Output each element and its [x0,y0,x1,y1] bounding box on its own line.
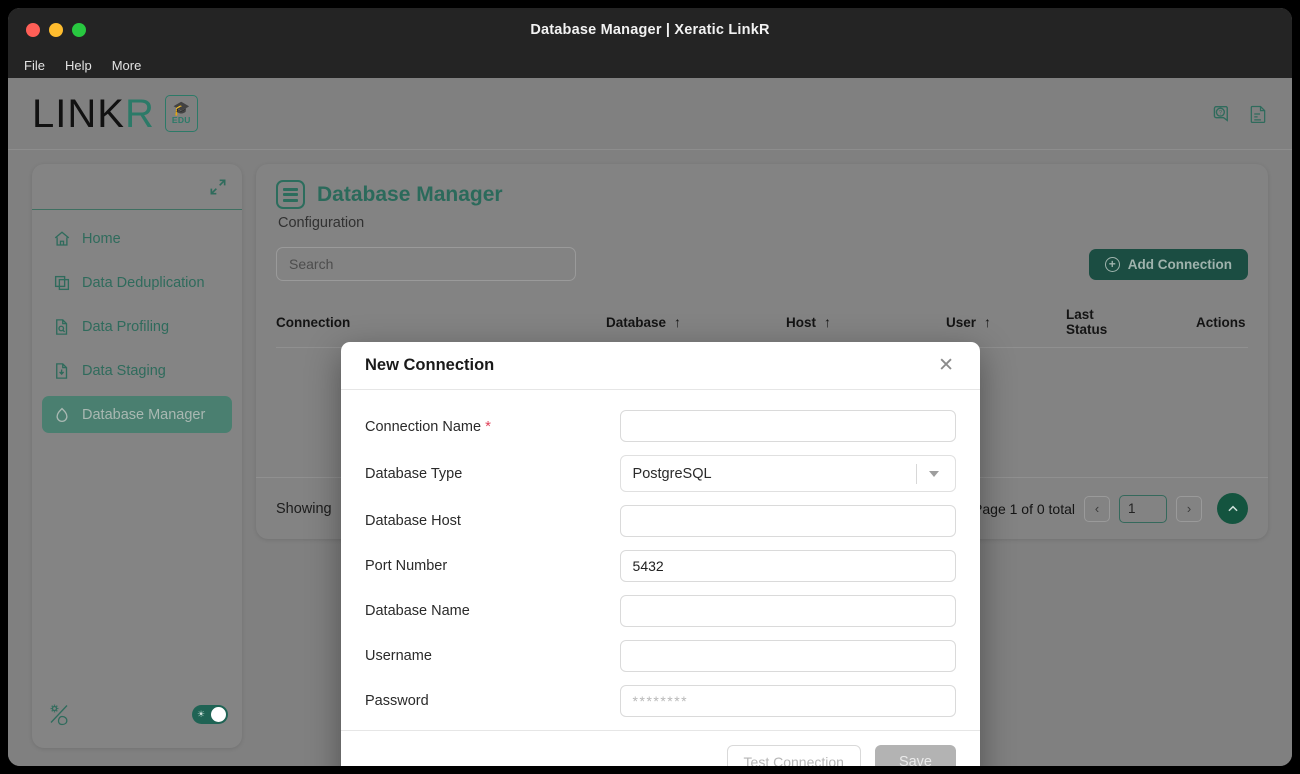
select-divider [916,464,917,484]
field-row-password: Password ******** [365,685,956,717]
label-connection-name: Connection Name * [365,418,620,435]
label-text-connection-name: Connection Name [365,419,481,435]
graduation-cap-icon: 🎓 [173,103,190,114]
dialog-title: New Connection [365,356,494,375]
input-password[interactable]: ******** [620,685,956,717]
required-marker: * [485,418,491,435]
label-username: Username [365,648,620,664]
document-icon[interactable] [1248,103,1268,125]
label-database-host: Database Host [365,513,620,529]
input-database-name[interactable] [620,595,956,627]
menu-bar: File Help More [8,52,1292,78]
label-port-number: Port Number [365,558,620,574]
input-username[interactable] [620,640,956,672]
input-database-host[interactable] [620,505,956,537]
input-connection-name[interactable] [620,410,956,442]
menu-file[interactable]: File [16,56,53,75]
input-port-number[interactable]: 5432 [620,550,956,582]
dialog-body: Connection Name * Database Type PostgreS… [341,390,980,730]
app-header: LINKR 🎓 EDU ? [8,78,1292,150]
field-row-database-name: Database Name [365,595,956,627]
label-database-type: Database Type [365,466,620,482]
dialog-footer: Test Connection Save [341,730,980,766]
test-connection-button[interactable]: Test Connection [727,745,861,766]
logo-text: LINKR [32,94,155,134]
menu-help[interactable]: Help [57,56,100,75]
field-row-connection-name: Connection Name * [365,410,956,442]
window-title: Database Manager | Xeratic LinkR [8,8,1292,52]
app-window: Database Manager | Xeratic LinkR File He… [8,8,1292,766]
logo-accent: R [125,94,155,134]
body-area: Home Data Deduplication [8,150,1292,766]
menu-more[interactable]: More [104,56,150,75]
chevron-down-icon[interactable] [929,471,939,477]
edu-badge-label: EDU [172,115,191,125]
header-icons: ? [1208,103,1268,125]
new-connection-dialog: New Connection ✕ Connection Name * Datab… [341,342,980,766]
close-icon[interactable]: ✕ [932,352,960,379]
title-bar: Database Manager | Xeratic LinkR [8,8,1292,52]
select-value-database-type: PostgreSQL [633,466,712,482]
edu-badge: 🎓 EDU [165,95,198,132]
label-database-name: Database Name [365,603,620,619]
field-row-database-type: Database Type PostgreSQL [365,455,956,492]
app-logo: LINKR 🎓 EDU [32,94,198,134]
save-button[interactable]: Save [875,745,956,766]
field-row-port-number: Port Number 5432 [365,550,956,582]
field-row-database-host: Database Host [365,505,956,537]
label-password: Password [365,693,620,709]
help-icon[interactable]: ? [1208,103,1230,125]
field-row-username: Username [365,640,956,672]
select-database-type[interactable]: PostgreSQL [620,455,956,492]
dialog-header: New Connection ✕ [341,342,980,390]
logo-main: LINK [32,94,125,134]
select-right-group [916,464,947,484]
